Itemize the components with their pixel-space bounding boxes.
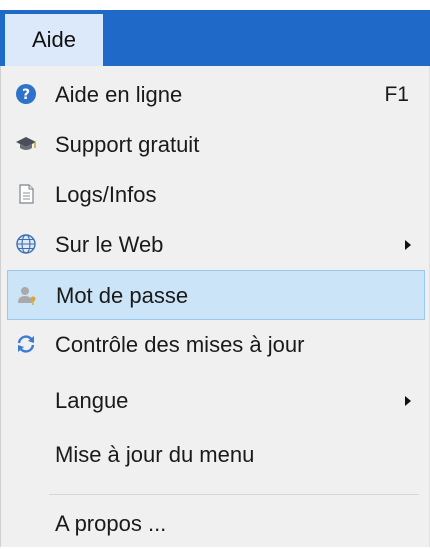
globe-icon — [15, 233, 37, 255]
menu-item-label: Sur le Web — [55, 232, 164, 257]
menu-item-label: Contrôle des mises à jour — [55, 332, 305, 357]
shortcut-label: F1 — [384, 83, 409, 106]
submenu-arrow-icon — [405, 396, 411, 406]
menu-separator — [49, 494, 419, 495]
menubar: Aide — [0, 0, 430, 66]
refresh-icon — [15, 333, 37, 355]
menu-item-mot-de-passe[interactable]: Mot de passe — [7, 270, 425, 320]
menu-item-label: Mise à jour du menu — [55, 442, 255, 467]
menu-item-sur-le-web[interactable]: Sur le Web — [7, 220, 425, 270]
submenu-arrow-icon — [405, 240, 411, 250]
menu-item-label: Logs/Infos — [55, 182, 157, 207]
svg-text:?: ? — [22, 87, 30, 103]
menu-aide[interactable]: Aide — [5, 14, 103, 66]
menu-item-support-gratuit[interactable]: Support gratuit — [7, 120, 425, 170]
menu-item-label: Mot de passe — [56, 283, 189, 308]
menu-item-label: Support gratuit — [55, 132, 200, 157]
menu-item-aide-en-ligne[interactable]: ? Aide en ligne F1 — [7, 70, 425, 120]
menu-item-controle-mises-a-jour[interactable]: Contrôle des mises à jour — [7, 320, 425, 370]
document-icon — [15, 183, 37, 205]
menu-item-langue[interactable]: Langue — [7, 376, 425, 426]
dropdown-menu-aide: ? Aide en ligne F1 Support gratuit Logs/… — [0, 66, 430, 547]
help-icon: ? — [15, 83, 37, 105]
menu-item-a-propos[interactable]: A propos ... — [7, 499, 425, 549]
graduation-cap-icon — [15, 133, 37, 155]
menu-item-mise-a-jour-du-menu[interactable]: Mise à jour du menu — [7, 430, 425, 480]
menu-item-logs-infos[interactable]: Logs/Infos — [7, 170, 425, 220]
menu-item-label: Aide en ligne — [55, 82, 183, 107]
user-key-icon — [16, 284, 38, 306]
menu-item-label: A propos ... — [55, 511, 167, 536]
menu-item-label: Langue — [55, 388, 129, 413]
